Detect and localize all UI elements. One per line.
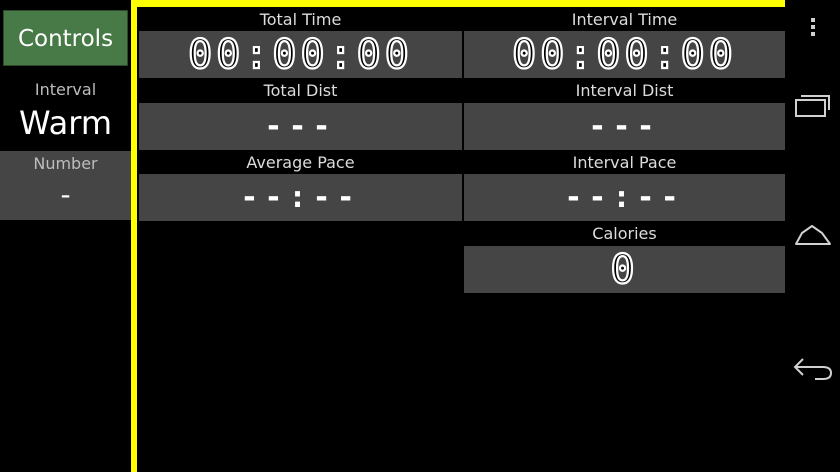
- interval-pace-box: --:--: [464, 174, 785, 221]
- average-pace-label: Average Pace: [246, 153, 355, 172]
- interval-pace-value: --:--: [564, 180, 685, 215]
- overflow-menu-icon[interactable]: [785, 14, 840, 40]
- interval-dist-label: Interval Dist: [575, 81, 674, 100]
- total-dist-box: ---: [139, 103, 462, 150]
- controls-button[interactable]: Controls: [3, 10, 128, 66]
- number-box: Number -: [0, 151, 131, 220]
- number-value: -: [60, 178, 71, 211]
- interval-value: Warm: [19, 104, 112, 142]
- interval-dist-value: ---: [588, 109, 661, 144]
- total-time-box: 00:00:00: [139, 30, 462, 79]
- total-time-value: 00:00:00: [187, 30, 413, 78]
- average-pace-value: --:--: [240, 180, 361, 215]
- calories-label: Calories: [592, 224, 657, 243]
- frame-left-border: [131, 0, 137, 472]
- interval-time-value: 00:00:00: [511, 30, 737, 78]
- interval-pace-label: Interval Pace: [572, 153, 677, 172]
- average-pace-box: --:--: [139, 174, 462, 221]
- total-time-label: Total Time: [259, 10, 342, 29]
- navigation-bar: [785, 0, 840, 472]
- interval-label: Interval: [34, 80, 97, 99]
- frame-top-border: [131, 0, 785, 7]
- calories-box: 0: [464, 245, 785, 294]
- interval-time-box: 00:00:00: [464, 30, 785, 79]
- total-dist-value: ---: [264, 109, 337, 144]
- back-icon[interactable]: [785, 350, 840, 384]
- recent-apps-icon[interactable]: [785, 90, 840, 120]
- calories-value: 0: [609, 245, 639, 293]
- total-dist-label: Total Dist: [263, 81, 338, 100]
- home-icon[interactable]: [785, 220, 840, 250]
- interval-dist-box: ---: [464, 103, 785, 150]
- interval-time-label: Interval Time: [571, 10, 678, 29]
- left-panel: Controls Interval Warm Number -: [0, 0, 131, 472]
- number-label: Number: [33, 154, 98, 173]
